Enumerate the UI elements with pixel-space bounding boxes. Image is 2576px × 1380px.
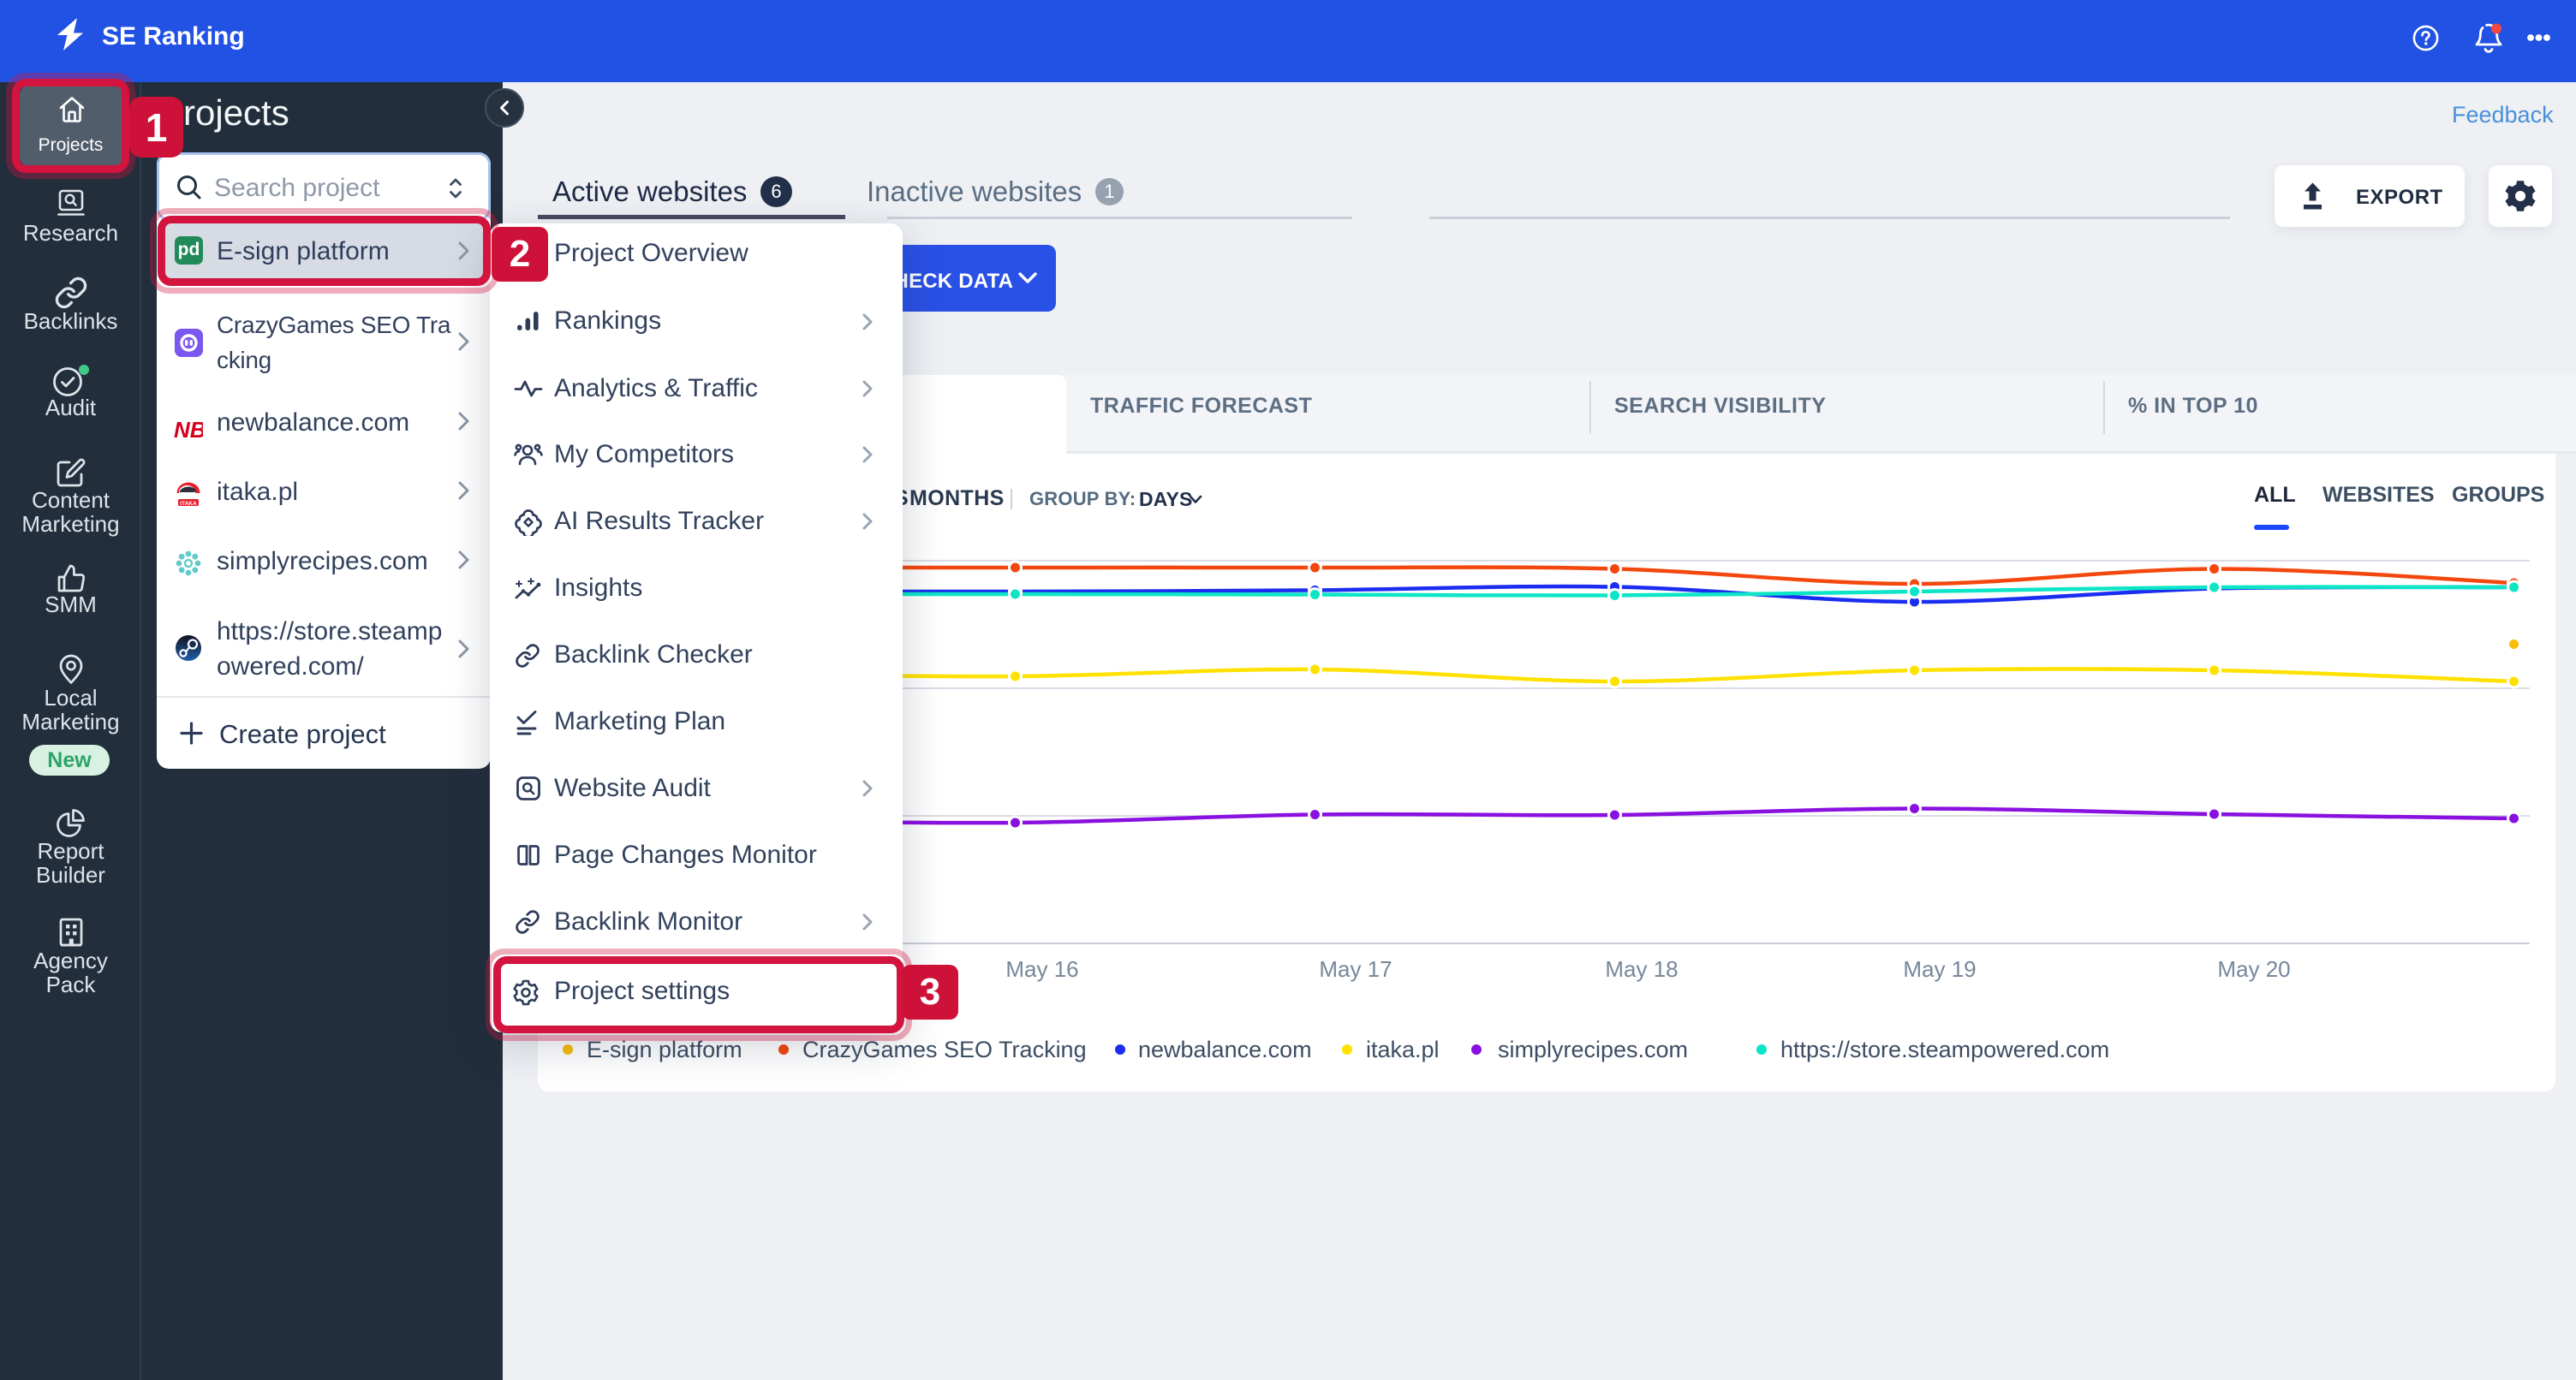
svg-text:ITAKA: ITAKA	[180, 501, 197, 507]
svg-text:NB: NB	[174, 417, 203, 443]
